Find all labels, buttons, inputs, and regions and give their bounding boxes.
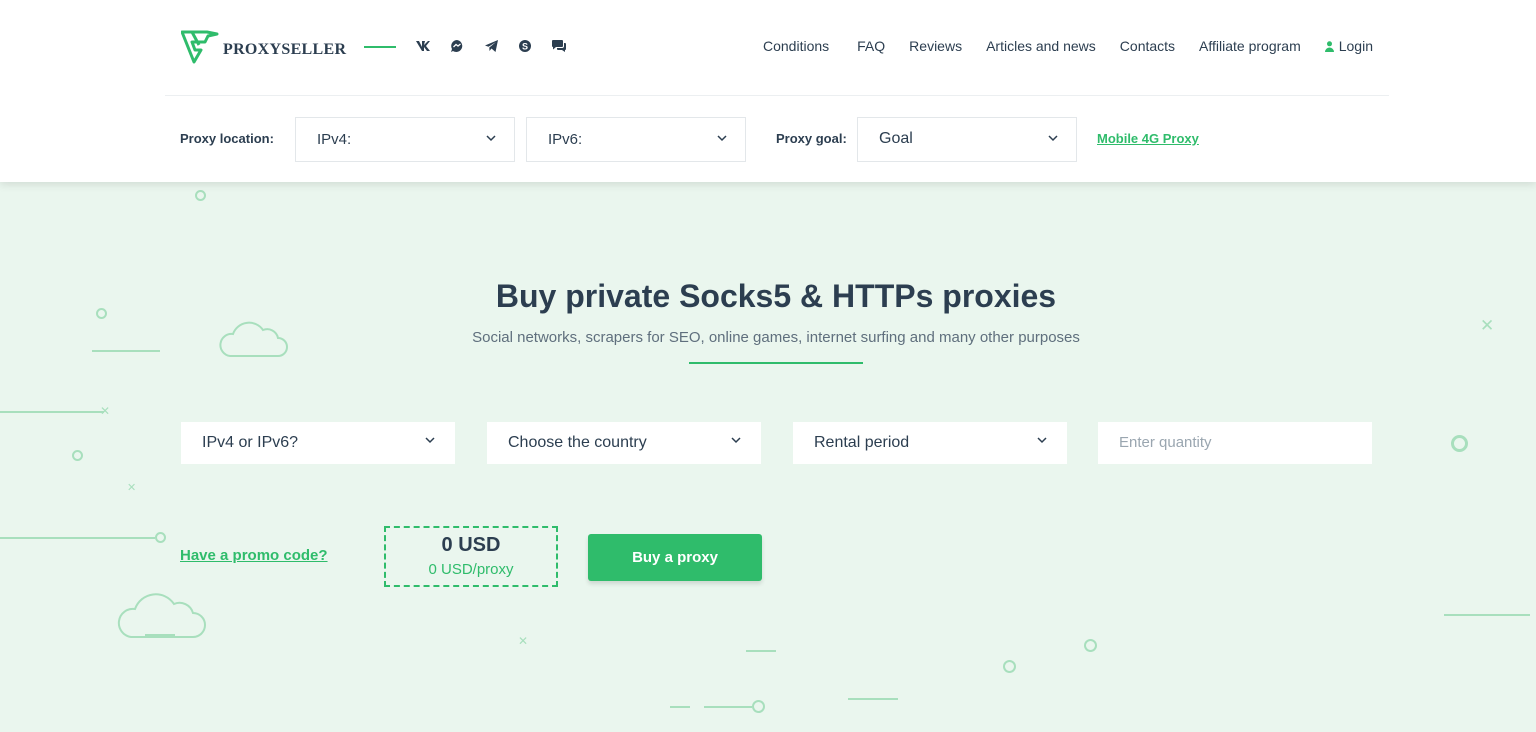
logo[interactable]: PROXYSELLER [181,30,346,64]
decor-cross-icon: ✕ [127,482,137,494]
decor-circle [1451,435,1468,452]
promo-code-link[interactable]: Have a promo code? [180,547,328,564]
country-select-value: Choose the country [508,434,647,451]
main-nav: Conditions FAQ Reviews Articles and news… [763,38,1373,54]
buy-proxy-button[interactable]: Buy a proxy [588,534,762,581]
decor-cloud-icon [113,586,207,645]
nav-item-reviews[interactable]: Reviews [909,38,962,54]
decor-cross-icon: ✕ [100,404,111,418]
rental-period-select-value: Rental period [814,434,910,451]
ipv6-location-select[interactable]: IPv6: [526,117,746,162]
site-header: PROXYSELLER S Conditions FAQ Reviews Art… [0,0,1536,182]
proxy-location-label: Proxy location: [180,131,274,146]
logo-divider [364,46,396,48]
chevron-down-icon [717,135,727,142]
user-icon [1324,40,1334,52]
page-subtitle: Social networks, scrapers for SEO, onlin… [472,329,1080,346]
decor-line [848,698,898,700]
goal-select-value: Goal [879,130,913,147]
proxy-goal-select[interactable]: Goal [857,117,1077,162]
price-per-proxy: 0 USD/proxy [428,561,514,578]
total-price: 0 USD [441,534,501,556]
logo-icon [181,30,219,64]
decor-line [746,650,776,652]
chevron-down-icon [425,437,435,444]
quantity-placeholder: Enter quantity [1119,434,1212,451]
country-select[interactable]: Choose the country [487,422,761,464]
quantity-input[interactable]: Enter quantity [1098,422,1372,464]
decor-circle [72,450,83,461]
price-summary: 0 USD 0 USD/proxy [384,526,558,587]
decor-line [0,537,155,539]
mobile-4g-proxy-link[interactable]: Mobile 4G Proxy [1097,131,1199,146]
decor-line [670,706,690,708]
chevron-down-icon [1048,135,1058,142]
page-title: Buy private Socks5 & HTTPs proxies [495,278,1057,314]
decor-line [1444,614,1530,616]
svg-text:S: S [522,42,528,52]
vk-icon[interactable] [415,38,431,54]
messenger-icon[interactable] [449,38,465,54]
ipv4-location-select[interactable]: IPv4: [295,117,515,162]
chevron-down-icon [486,135,496,142]
top-navigation-bar: PROXYSELLER S Conditions FAQ Reviews Art… [165,0,1389,96]
login-label: Login [1338,38,1373,54]
decor-circle [752,700,765,713]
nav-item-conditions[interactable]: Conditions [763,38,829,54]
decor-line [704,706,752,708]
decor-line [145,634,175,636]
nav-item-affiliate[interactable]: Affiliate program [1199,38,1301,54]
proxy-goal-label: Proxy goal: [776,131,847,146]
protocol-select[interactable]: IPv4 or IPv6? [181,422,455,464]
proxy-filter-bar: Proxy location: IPv4: IPv6: Proxy goal: … [165,96,1389,182]
protocol-select-value: IPv4 or IPv6? [202,434,299,451]
chat-icon[interactable] [551,38,567,54]
chevron-down-icon [1037,437,1047,444]
decor-circle [1003,660,1016,673]
rental-period-select[interactable]: Rental period [793,422,1067,464]
ipv6-select-value: IPv6: [548,131,583,148]
telegram-icon[interactable] [483,38,499,54]
decor-circle [195,190,206,201]
decor-circle [1084,639,1097,652]
nav-item-articles[interactable]: Articles and news [986,38,1096,54]
social-links: S [415,38,567,54]
login-link[interactable]: Login [1324,38,1373,54]
decor-cross-icon: ✕ [518,634,529,648]
skype-icon[interactable]: S [517,38,533,54]
chevron-down-icon [731,437,741,444]
ipv4-select-value: IPv4: [317,131,352,148]
title-underline [689,362,863,364]
decor-line [0,411,104,413]
decor-circle [155,532,166,543]
logo-text: PROXYSELLER [223,41,347,58]
decor-line [92,350,160,352]
nav-item-contacts[interactable]: Contacts [1120,38,1175,54]
nav-item-faq[interactable]: FAQ [857,38,885,54]
